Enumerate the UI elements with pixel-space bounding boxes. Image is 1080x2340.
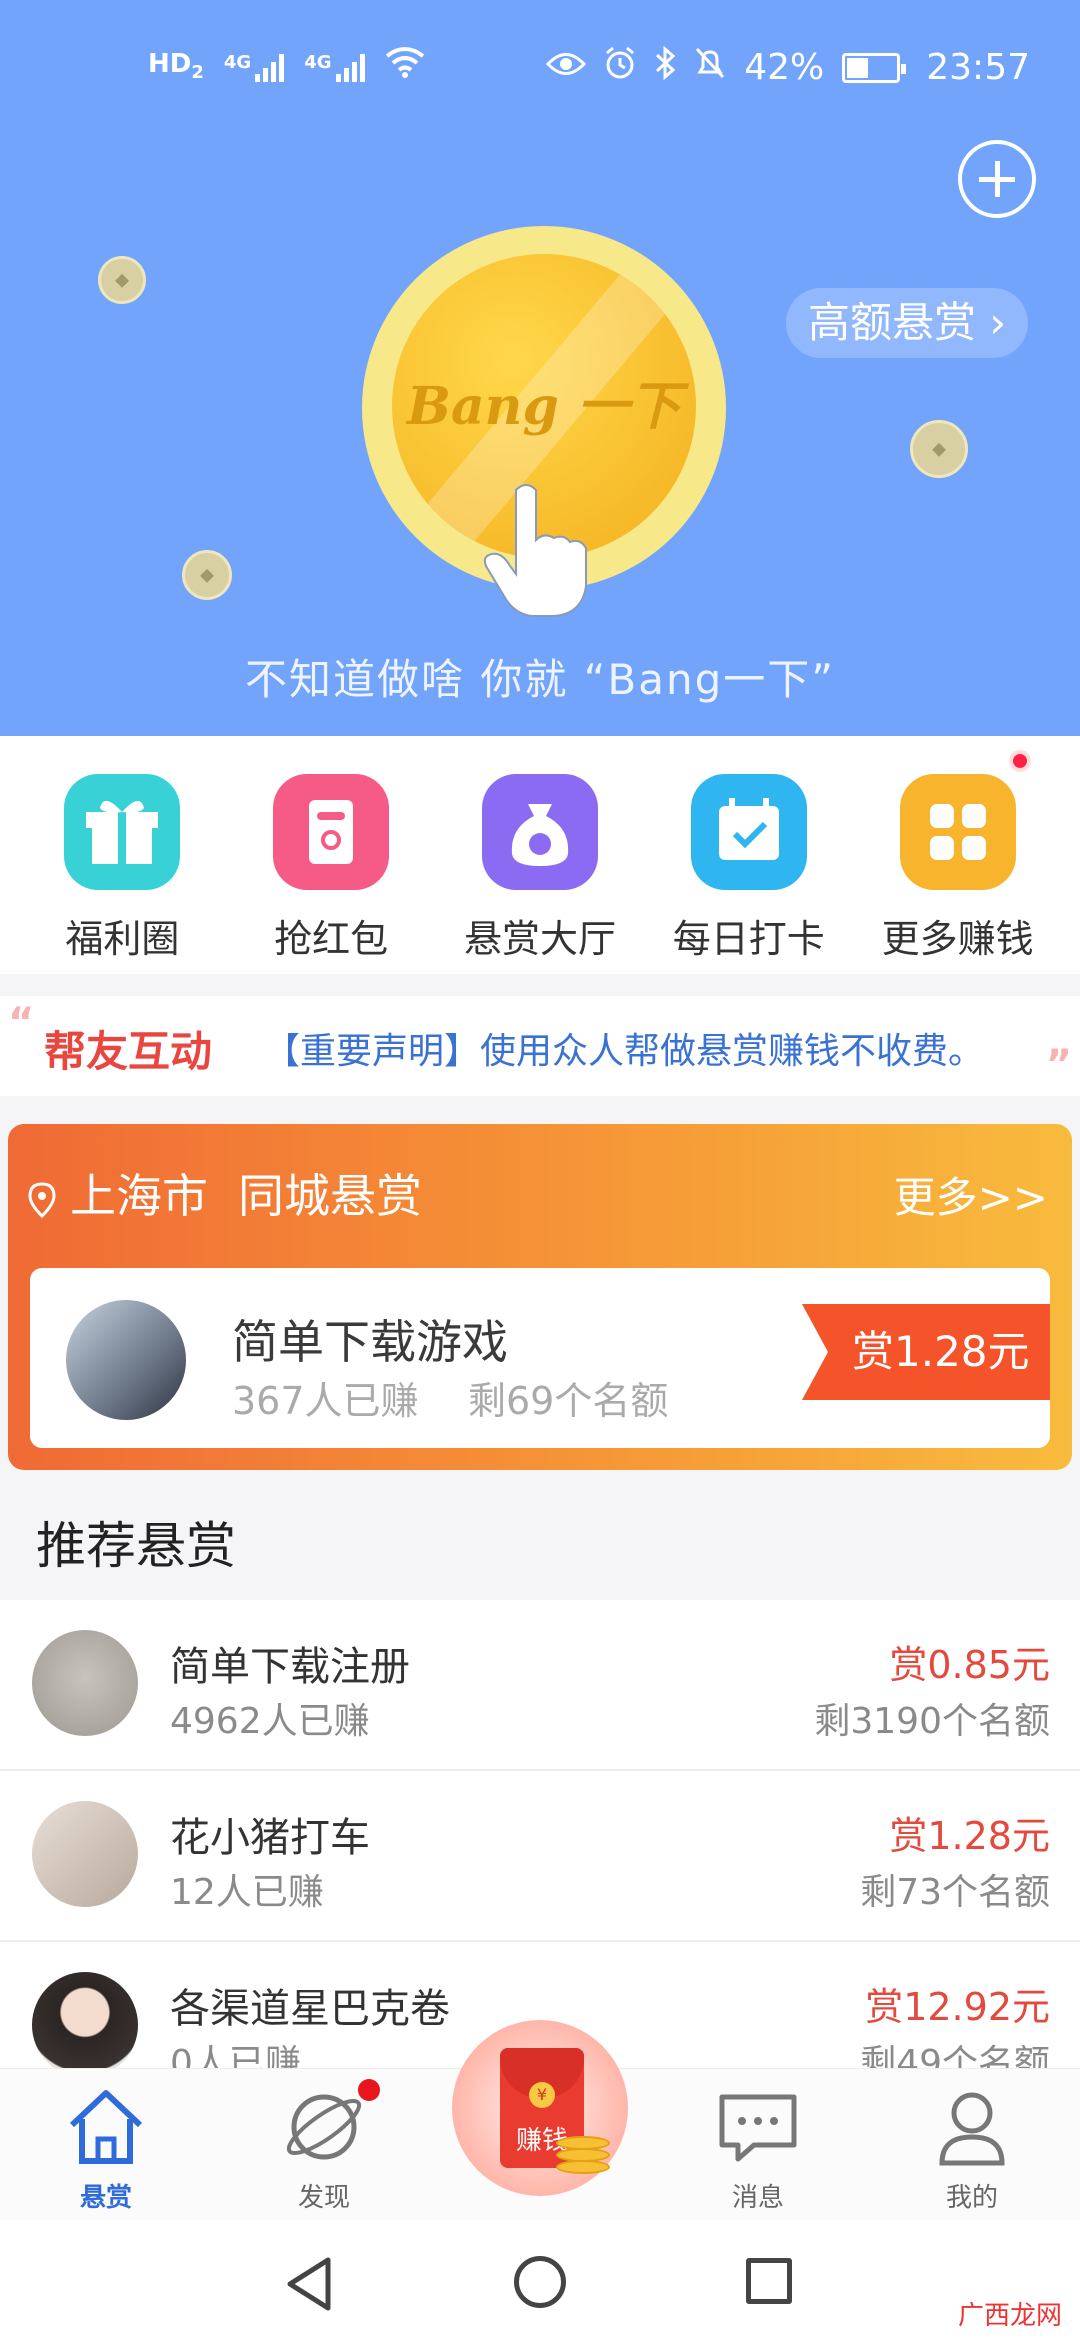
item-name: 简单下载注册 [170,1644,410,1690]
slogan: 不知道做啥 你就 “Bang一下” [244,655,836,704]
quick-label: 抢红包 [274,917,389,961]
mute-bell-icon [694,46,726,89]
planet-icon [280,2079,380,2171]
chat-bubble-icon [714,2083,802,2171]
earn-button[interactable]: ¥ 赚钱 [452,2020,628,2196]
item-remaining: 剩73个名额 [860,1872,1050,1913]
home-circle-icon[interactable] [514,2256,566,2308]
tab-label: 发现 [297,2183,350,2213]
item-name: 花小猪打车 [170,1815,370,1861]
recent-apps-icon[interactable] [746,2258,792,2304]
tab-reward[interactable]: 悬赏 [36,2069,176,2214]
task-reward-tag[interactable]: 赏1.28元 [802,1304,1050,1400]
task-name: 简单下载游戏 [232,1315,508,1369]
quote-close-icon: ” [1045,1042,1072,1088]
location-pin-icon [28,1175,56,1219]
pointing-hand-icon [478,480,598,620]
notification-dot [358,2079,380,2101]
decor-coin-icon [910,420,968,478]
decor-coin-icon [182,550,232,600]
battery-icon [842,52,907,83]
tab-label: 悬赏 [79,2183,132,2213]
quick-item-red-envelope[interactable]: 抢红包 [236,736,426,974]
red-envelope-icon [273,774,390,890]
notice-message[interactable]: 【重要声明】使用众人帮做悬赏赚钱不收费。 [264,1022,984,1074]
task-earned: 367人已赚 [232,1379,419,1423]
quick-label: 福利圈 [65,917,180,961]
city-task-card[interactable]: 简单下载游戏 367人已赚 剩69个名额 赏1.28元 [30,1268,1050,1448]
item-price: 赏12.92元 [865,1985,1050,2029]
recommended-title: 推荐悬赏 [36,1517,236,1575]
item-price: 赏1.28元 [889,1814,1050,1858]
watermark: 广西龙网 [957,2301,1062,2331]
coin-stack-icon [556,2132,610,2176]
quick-item-daily-checkin[interactable]: 每日打卡 [654,736,844,974]
task-remaining: 剩69个名额 [468,1379,669,1423]
item-earned: 4962人已赚 [170,1701,370,1742]
calendar-check-icon [690,774,807,890]
alarm-icon [604,46,636,89]
quick-item-welfare[interactable]: 福利圈 [27,736,217,974]
item-name: 各渠道星巴克卷 [170,1986,450,2032]
quick-menu: 福利圈 抢红包 悬赏大厅 每日打卡 更多赚钱 [0,736,1080,974]
hd-indicator: HD2 [148,49,204,84]
city-more-link[interactable]: 更多>> [894,1164,1048,1225]
bluetooth-icon [654,45,676,89]
wifi-icon [385,46,425,87]
item-remaining: 剩3190个名额 [814,1701,1050,1742]
add-button[interactable] [958,140,1036,218]
tab-label: 消息 [731,2183,784,2213]
system-navigation-bar: 广西龙网 [0,2220,1080,2340]
tab-discover[interactable]: 发现 [254,2069,394,2214]
eye-icon [546,47,587,88]
list-item[interactable]: 花小猪打车 12人已赚 赏1.28元 剩73个名额 [0,1771,1080,1942]
signal-bars-icon [335,52,365,82]
quick-label: 更多赚钱 [881,917,1034,961]
city-title: 上海市 同城悬赏 [28,1160,422,1226]
clock: 23:57 [926,47,1030,88]
item-earned: 12人已赚 [170,1872,324,1913]
list-item[interactable]: 简单下载注册 4962人已赚 赏0.85元 剩3190个名额 [0,1600,1080,1771]
item-avatar [32,1801,138,1907]
high-reward-button[interactable]: 高额悬赏 › [786,288,1029,358]
task-avatar [66,1300,186,1420]
status-bar: HD2 4G 4G 42% 23:57 [0,40,1080,100]
notification-dot [1008,750,1031,772]
signal-1: 4G [224,52,285,82]
grid-apps-icon [899,774,1016,890]
city-location[interactable]: 上海市 [70,1160,208,1226]
quick-item-more-earn[interactable]: 更多赚钱 [863,736,1053,974]
notice-brand: 帮友互动 [44,1027,213,1076]
item-avatar [32,1630,138,1736]
gift-icon [64,774,181,890]
hero-banner: HD2 4G 4G 42% 23:57 高额悬赏 › ◆ ◆ ◆ Bang 一下… [0,0,1080,736]
item-price: 赏0.85元 [889,1643,1050,1687]
chevron-right-icon: › [989,298,1007,347]
tab-mine[interactable]: 我的 [902,2069,1042,2214]
coin-label: Bang 一下 [407,376,681,437]
city-section-title: 同城悬赏 [238,1169,422,1223]
item-avatar [32,1972,138,2078]
back-icon[interactable] [284,2256,334,2316]
quick-label: 每日打卡 [672,917,825,961]
yuan-seal-icon: ¥ [529,2082,555,2108]
quick-item-reward-hall[interactable]: 悬赏大厅 [445,736,635,974]
money-bag-icon [481,774,598,890]
signal-2: 4G [304,52,365,82]
signal-bars-icon [255,52,285,82]
tab-messages[interactable]: 消息 [688,2069,828,2214]
notice-bar[interactable]: “ 帮友互动 【重要声明】使用众人帮做悬赏赚钱不收费。 ” [0,996,1080,1096]
decor-coin-icon [98,256,146,304]
quote-open-icon: “ [8,1000,35,1046]
city-reward-card: 上海市 同城悬赏 更多>> 简单下载游戏 367人已赚 剩69个名额 赏1.28… [8,1124,1072,1470]
home-icon [62,2083,150,2171]
quick-label: 悬赏大厅 [463,917,616,961]
tab-label: 我的 [945,2183,998,2213]
battery-percent: 42% [744,47,825,88]
user-icon [928,2083,1016,2171]
